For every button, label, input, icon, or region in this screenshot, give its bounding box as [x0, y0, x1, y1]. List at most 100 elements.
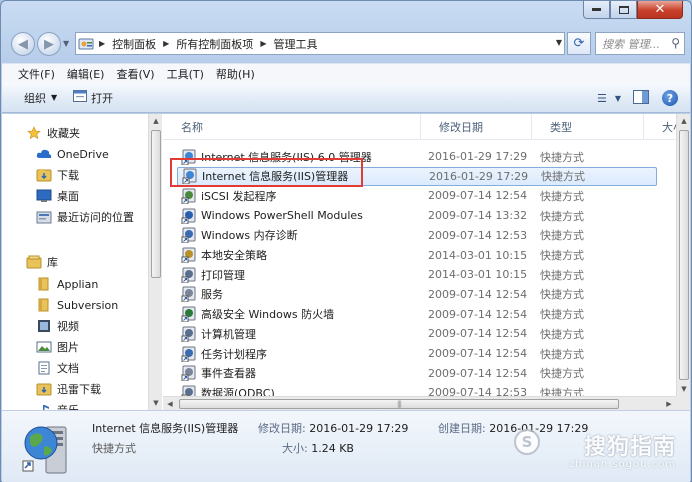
change-view-button[interactable]: ☰ ▼	[597, 87, 622, 109]
preview-pane-button[interactable]	[630, 87, 652, 109]
breadcrumb-separator-icon[interactable]: ▶	[96, 39, 108, 48]
back-button[interactable]: ◀	[11, 32, 35, 56]
navigation-pane-scrollbar[interactable]: ▲ ▼	[148, 114, 162, 410]
menu-bar: 文件(F) 编辑(E) 查看(V) 工具(T) 帮助(H)	[2, 63, 690, 83]
scrollbar-thumb[interactable]: |||	[179, 399, 619, 409]
refresh-button[interactable]: ⟳	[567, 32, 591, 55]
nav-item-favorites[interactable]: 收藏夹	[26, 123, 80, 143]
nav-item-videos[interactable]: 视频	[36, 316, 79, 336]
nav-item-label: 文档	[57, 362, 79, 375]
file-row[interactable]: iSCSI 发起程序 2009-07-14 12:54 快捷方式	[177, 186, 657, 205]
nav-item-documents[interactable]: 文档	[36, 358, 79, 378]
shortcut-icon	[181, 267, 197, 284]
watermark-title: 搜狗指南	[583, 435, 676, 460]
close-button[interactable]: ✕	[637, 1, 683, 19]
column-header-type[interactable]: 类型	[532, 114, 644, 140]
column-header-date[interactable]: 修改日期	[421, 114, 532, 140]
details-size: 大小: 1.24 KB	[282, 440, 354, 456]
address-dropdown-icon[interactable]: ▼	[556, 38, 562, 47]
search-placeholder: 搜索 管理...	[602, 37, 660, 51]
file-list-horizontal-scrollbar[interactable]: ◀ ||| ▶	[163, 396, 676, 410]
content-area: 收藏夹 OneDrive 下载 桌面 最近访问的位置 库 Applian Sub…	[2, 114, 690, 410]
file-row[interactable]: Internet 信息服务(IIS)管理器 2016-01-29 17:29 快捷方…	[177, 166, 657, 186]
file-type-cell: 快捷方式	[540, 308, 584, 322]
scroll-left-icon[interactable]: ◀	[163, 397, 177, 410]
scroll-right-icon[interactable]: ▶	[662, 397, 676, 410]
scrollbar-corner	[676, 396, 690, 410]
nav-item-applian[interactable]: Applian	[36, 274, 98, 294]
nav-item-label: 音乐	[57, 402, 79, 410]
nav-item-label: 库	[47, 256, 58, 269]
nav-item-downloads[interactable]: 下载	[36, 165, 79, 185]
breadcrumb-administrative-tools[interactable]: 管理工具	[269, 33, 321, 54]
star-icon	[26, 125, 42, 141]
menu-file[interactable]: 文件(F)	[12, 66, 61, 82]
details-size-value: 1.24 KB	[311, 442, 354, 455]
forward-button[interactable]: ▶	[37, 32, 61, 56]
maximize-button[interactable]	[610, 1, 637, 19]
search-input[interactable]: 搜索 管理... ⚲	[595, 32, 685, 55]
file-name-label: Internet 信息服务(IIS)管理器	[202, 170, 349, 184]
file-type-cell: 快捷方式	[540, 347, 584, 361]
nav-item-pictures[interactable]: 图片	[36, 337, 79, 357]
file-row[interactable]: 事件查看器 2009-07-14 12:54 快捷方式	[177, 364, 657, 383]
nav-item-libraries[interactable]: 库	[26, 252, 58, 272]
scrollbar-thumb[interactable]	[151, 130, 161, 278]
file-row[interactable]: 高级安全 Windows 防火墙 2009-07-14 12:54 快捷方式	[177, 305, 657, 324]
scrollbar-thumb[interactable]	[679, 130, 689, 380]
sogou-logo-icon: S	[514, 429, 540, 455]
file-date-cell: 2009-07-14 12:54	[428, 366, 528, 380]
file-name-cell: Internet 信息服务(IIS)管理器	[182, 168, 349, 185]
nav-item-thunder-downloads[interactable]: 迅雷下载	[36, 379, 101, 399]
help-button[interactable]: ?	[662, 90, 678, 106]
menu-edit[interactable]: 编辑(E)	[61, 66, 111, 82]
file-row[interactable]: 打印管理 2014-03-01 10:15 快捷方式	[177, 265, 657, 284]
file-row[interactable]: 服务 2009-07-14 12:54 快捷方式	[177, 285, 657, 304]
scroll-down-icon[interactable]: ▼	[677, 382, 690, 396]
nav-item-label: 图片	[57, 341, 79, 354]
menu-help[interactable]: 帮助(H)	[210, 66, 261, 82]
file-row[interactable]: Internet 信息服务(IIS) 6.0 管理器 2016-01-29 17:…	[177, 147, 657, 166]
nav-item-desktop[interactable]: 桌面	[36, 186, 79, 206]
breadcrumb-separator-icon[interactable]: ▶	[257, 39, 269, 48]
file-list-vertical-scrollbar[interactable]: ▲ ▼	[676, 114, 690, 396]
file-name-label: iSCSI 发起程序	[201, 189, 277, 203]
file-row[interactable]: 计算机管理 2009-07-14 12:54 快捷方式	[177, 324, 657, 343]
menu-view[interactable]: 查看(V)	[110, 66, 160, 82]
file-date-cell: 2009-07-14 12:54	[428, 327, 528, 341]
file-type-cell: 快捷方式	[540, 209, 584, 223]
nav-item-label: Subversion	[57, 298, 119, 312]
file-row[interactable]: Windows PowerShell Modules 2009-07-14 13:…	[177, 206, 657, 225]
file-row[interactable]: 任务计划程序 2009-07-14 12:54 快捷方式	[177, 344, 657, 363]
recent-pages-dropdown[interactable]: ▼	[63, 39, 69, 48]
menu-tools[interactable]: 工具(T)	[161, 66, 210, 82]
nav-item-recent-places[interactable]: 最近访问的位置	[36, 207, 134, 227]
column-header-name[interactable]: 名称	[163, 114, 421, 140]
address-bar[interactable]: ▶ 控制面板 ▶ 所有控制面板项 ▶ 管理工具 ▼	[75, 32, 565, 55]
desktop-icon	[36, 188, 52, 204]
organize-button[interactable]: 组织 ▼	[16, 87, 65, 109]
breadcrumb-control-panel[interactable]: 控制面板	[108, 33, 160, 54]
file-name-cell: 高级安全 Windows 防火墙	[181, 306, 334, 323]
nav-item-onedrive[interactable]: OneDrive	[36, 144, 109, 164]
minimize-icon	[592, 8, 601, 11]
search-icon[interactable]: ⚲	[671, 36, 680, 50]
chevron-down-icon: ▼	[614, 93, 622, 103]
file-name-cell: 本地安全策略	[181, 247, 267, 264]
file-row[interactable]: Windows 内存诊断 2009-07-14 12:53 快捷方式	[177, 226, 657, 245]
nav-item-subversion[interactable]: Subversion	[36, 295, 118, 315]
navigation-pane: 收藏夹 OneDrive 下载 桌面 最近访问的位置 库 Applian Sub…	[2, 114, 162, 410]
scroll-down-icon[interactable]: ▼	[149, 396, 162, 410]
file-row[interactable]: 本地安全策略 2014-03-01 10:15 快捷方式	[177, 246, 657, 265]
details-file-kind: 快捷方式	[92, 442, 136, 455]
open-button[interactable]: 打开	[65, 87, 121, 109]
file-date-cell: 2009-07-14 13:32	[428, 209, 528, 223]
breadcrumb-all-control-panel-items[interactable]: 所有控制面板项	[172, 33, 257, 54]
breadcrumb-separator-icon[interactable]: ▶	[160, 39, 172, 48]
scroll-up-icon[interactable]: ▲	[149, 114, 162, 128]
minimize-button[interactable]	[583, 1, 610, 19]
command-bar: 组织 ▼ 打开 ☰ ▼ ?	[2, 83, 690, 113]
details-modified-label: 修改日期:	[258, 422, 306, 435]
nav-item-music[interactable]: 音乐	[36, 400, 79, 410]
scroll-up-icon[interactable]: ▲	[677, 114, 690, 128]
